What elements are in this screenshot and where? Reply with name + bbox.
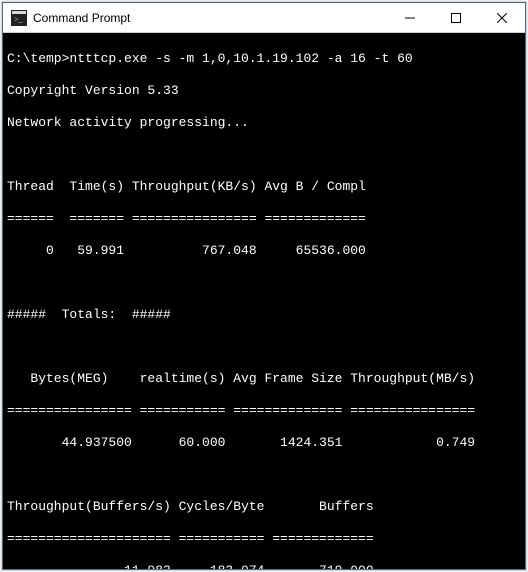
titlebar-buttons — [387, 3, 525, 32]
thread-sep: ====== ======= ================ ========… — [7, 211, 521, 227]
window-title: Command Prompt — [33, 11, 387, 25]
svg-text:>_: >_ — [14, 15, 24, 24]
totals2-header: Throughput(Buffers/s) Cycles/Byte Buffer… — [7, 499, 521, 515]
totals1-row: 44.937500 60.000 1424.351 0.749 — [7, 435, 521, 451]
minimize-button[interactable] — [387, 3, 433, 32]
command-prompt-icon: >_ — [11, 10, 27, 26]
totals2-row: 11.983 183.074 719.000 — [7, 563, 521, 569]
totals1-header: Bytes(MEG) realtime(s) Avg Frame Size Th… — [7, 371, 521, 387]
totals2-sep: ===================== =========== ======… — [7, 531, 521, 547]
close-button[interactable] — [479, 3, 525, 32]
totals-header: ##### Totals: ##### — [7, 307, 521, 323]
maximize-button[interactable] — [433, 3, 479, 32]
command-prompt-window: >_ Command Prompt C:\temp>ntttcp.exe -s … — [2, 2, 526, 570]
command-line: C:\temp>ntttcp.exe -s -m 1,0,10.1.19.102… — [7, 51, 521, 67]
thread-header: Thread Time(s) Throughput(KB/s) Avg B / … — [7, 179, 521, 195]
progress-line: Network activity progressing... — [7, 115, 521, 131]
copyright-line: Copyright Version 5.33 — [7, 83, 521, 99]
thread-row: 0 59.991 767.048 65536.000 — [7, 243, 521, 259]
totals1-sep: ================ =========== ===========… — [7, 403, 521, 419]
terminal-output[interactable]: C:\temp>ntttcp.exe -s -m 1,0,10.1.19.102… — [3, 33, 525, 569]
titlebar[interactable]: >_ Command Prompt — [3, 3, 525, 33]
